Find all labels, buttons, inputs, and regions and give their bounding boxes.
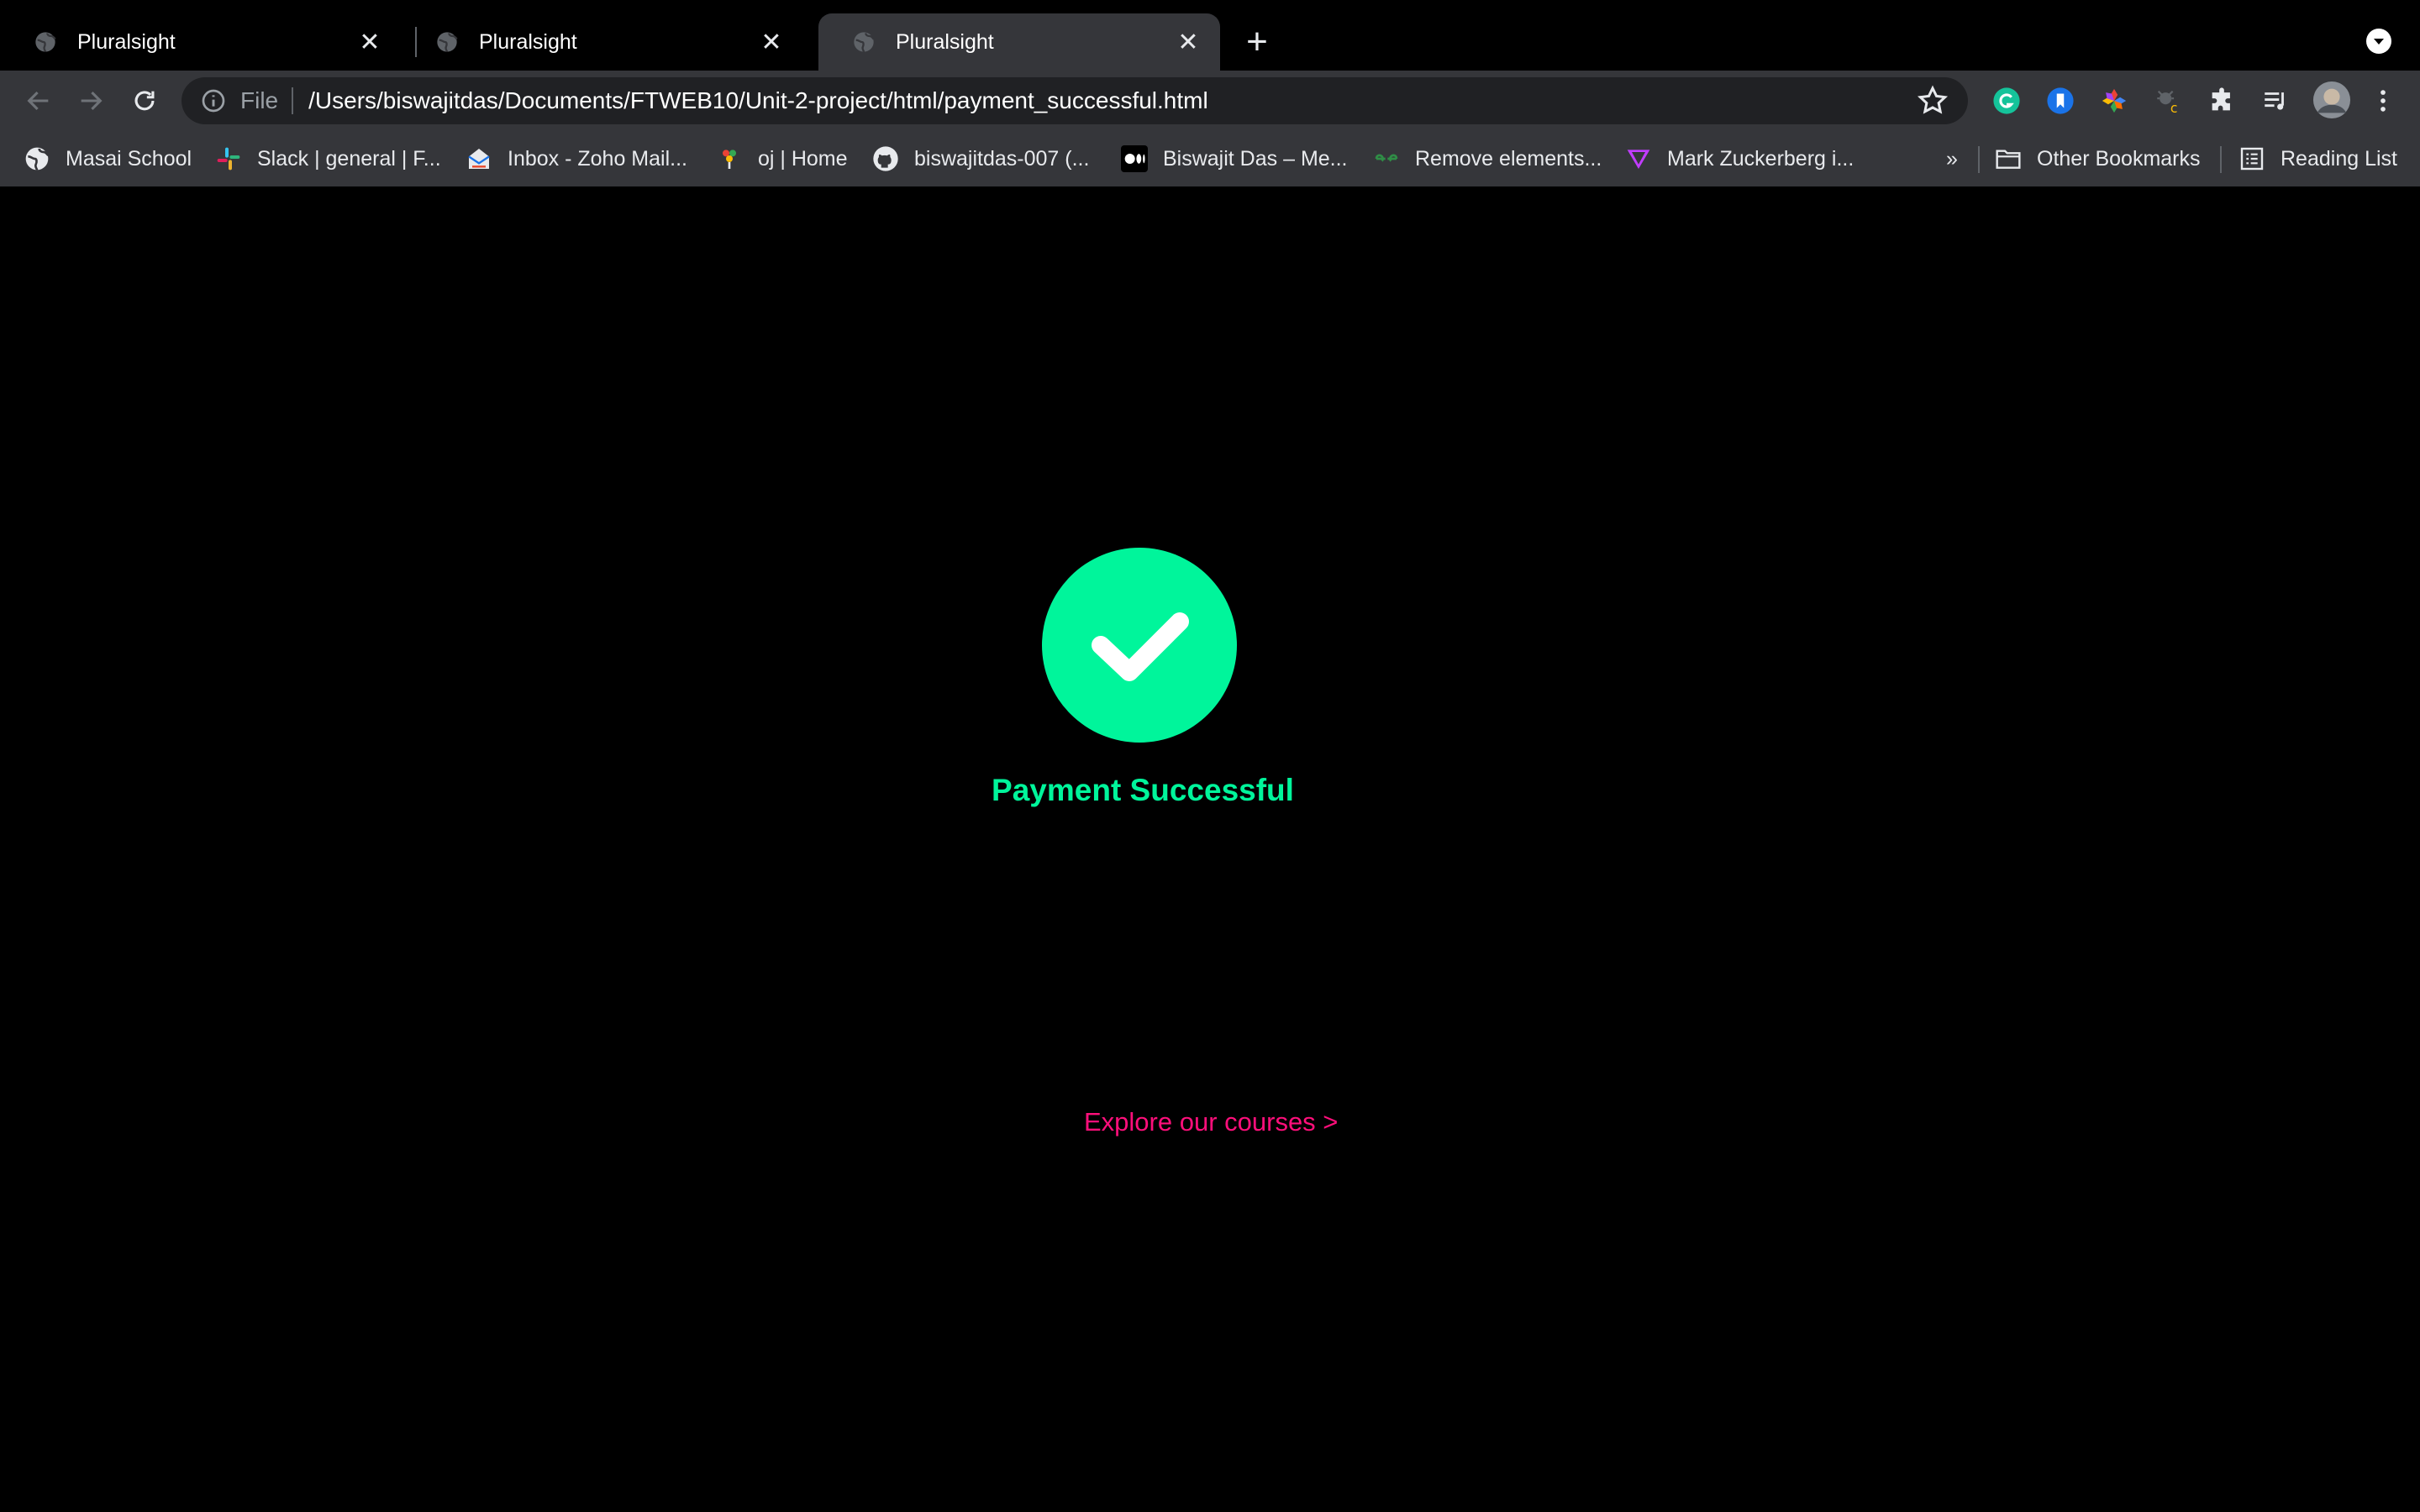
extensions-button[interactable] [2207, 86, 2237, 116]
success-badge [1042, 548, 1237, 743]
devtools-extension[interactable]: c [2153, 86, 2183, 116]
bookmark-separator [1978, 146, 1980, 173]
color-wheel-icon [2102, 88, 2127, 113]
media-control-button[interactable] [2260, 86, 2291, 116]
forward-button[interactable] [69, 79, 113, 123]
bug-icon: c [2157, 90, 2178, 115]
bookmark-label: oj | Home [758, 146, 848, 171]
bookmark-slack[interactable]: Slack | general | F... [215, 143, 441, 175]
bookmarks-bar: Masai School Slack | general | F... Inbo… [0, 131, 2420, 186]
globe-icon [35, 32, 56, 52]
browser-toolbar: File /Users/biswajitdas/Documents/FTWEB1… [0, 71, 2420, 131]
globe-icon [25, 147, 50, 171]
tab-3-active[interactable]: Pluralsight ✕ [818, 13, 1220, 71]
close-tab-icon[interactable]: ✕ [353, 25, 387, 59]
other-bookmarks-folder[interactable]: Other Bookmarks [1995, 143, 2201, 175]
bookmark-label: biswajitdas-007 (... [914, 146, 1090, 171]
bookmark-geeksforgeeks[interactable]: Remove elements... [1373, 143, 1602, 175]
new-tab-button[interactable]: + [1239, 21, 1276, 62]
bookmark-oj-home[interactable]: oj | Home [716, 143, 848, 175]
kebab-menu-icon [2381, 90, 2386, 112]
page-content: Payment Successful Explore our courses > [0, 186, 2420, 1512]
playlist-icon [2265, 92, 2284, 110]
bookmark-separator [2220, 146, 2222, 173]
bookmark-label: Biswajit Das – Me... [1163, 146, 1348, 171]
folder-icon [1996, 150, 2021, 169]
arrow-left-icon [27, 91, 49, 111]
reload-button[interactable] [123, 79, 166, 123]
tab-2[interactable]: Pluralsight ✕ [402, 13, 803, 71]
address-bar[interactable]: File /Users/biswajitdas/Documents/FTWEB1… [182, 77, 1968, 124]
scheme-label: File [240, 87, 279, 113]
vercel-icon [1627, 150, 1650, 169]
checkmark-icon [1092, 612, 1189, 681]
arrow-right-icon [81, 91, 103, 111]
tab-1[interactable]: Pluralsight ✕ [0, 13, 402, 71]
divider [292, 87, 294, 114]
bookmark-label: Inbox - Zoho Mail... [508, 146, 687, 171]
bookmark-masai-school[interactable]: Masai School [24, 143, 192, 175]
bookmark-mark-zuckerberg[interactable]: Mark Zuckerberg i... [1625, 143, 1854, 175]
url-text[interactable]: /Users/biswajitdas/Documents/FTWEB10/Uni… [308, 87, 1916, 114]
zoho-mail-icon [468, 149, 490, 169]
star-icon[interactable] [1916, 84, 1949, 118]
globe-icon [437, 32, 458, 52]
bookmarks-overflow-button[interactable]: » [1946, 143, 1958, 175]
tab-strip: Pluralsight ✕ Pluralsight ✕ Pluralsight … [0, 0, 2420, 71]
grammarly-extension[interactable] [1991, 86, 2022, 116]
github-icon [873, 146, 898, 171]
bookmark-label: Remove elements... [1415, 146, 1602, 171]
globe-icon [854, 32, 875, 52]
close-tab-icon[interactable]: ✕ [755, 25, 788, 59]
back-button[interactable] [17, 79, 60, 123]
bookmark-icon [2047, 87, 2074, 114]
payment-status-title: Payment Successful [992, 773, 1294, 807]
bookmark-github[interactable]: biswajitdas-007 (... [872, 143, 1089, 175]
bookmark-label: Masai School [66, 146, 192, 171]
chevron-double-right-icon: » [1946, 146, 1958, 171]
tab-title: Pluralsight [77, 29, 176, 54]
slack-icon [217, 147, 240, 171]
puzzle-icon [2212, 87, 2230, 111]
bookmark-label: Reading List [2281, 146, 2397, 171]
svg-text:c: c [2170, 101, 2178, 115]
tab-search-button[interactable] [2366, 29, 2391, 54]
oj-icon [723, 150, 736, 169]
color-picker-extension[interactable] [2099, 86, 2129, 116]
chevron-down-icon [2374, 39, 2384, 45]
bookmark-extension[interactable] [2045, 86, 2075, 116]
geeksforgeeks-icon [1375, 154, 1398, 162]
reading-list-icon [2240, 147, 2264, 171]
bookmark-label: Slack | general | F... [257, 146, 441, 171]
bookmark-label: Mark Zuckerberg i... [1667, 146, 1854, 171]
profile-button[interactable] [2312, 81, 2351, 119]
close-tab-icon[interactable]: ✕ [1171, 25, 1205, 59]
tab-title: Pluralsight [896, 29, 994, 54]
reload-icon [134, 91, 155, 111]
bookmark-label: Other Bookmarks [2037, 146, 2201, 171]
browser-menu-button[interactable] [2368, 86, 2398, 116]
reading-list-button[interactable]: Reading List [2238, 143, 2397, 175]
explore-courses-link[interactable]: Explore our courses > [1084, 1107, 1338, 1137]
bookmark-medium[interactable]: Biswajit Das – Me... [1121, 143, 1348, 175]
avatar [2312, 81, 2351, 119]
grammarly-icon [1993, 87, 2020, 114]
info-icon[interactable] [200, 87, 227, 114]
bookmark-zoho-mail[interactable]: Inbox - Zoho Mail... [466, 143, 687, 175]
medium-icon [1121, 145, 1148, 172]
tab-title: Pluralsight [479, 29, 577, 54]
